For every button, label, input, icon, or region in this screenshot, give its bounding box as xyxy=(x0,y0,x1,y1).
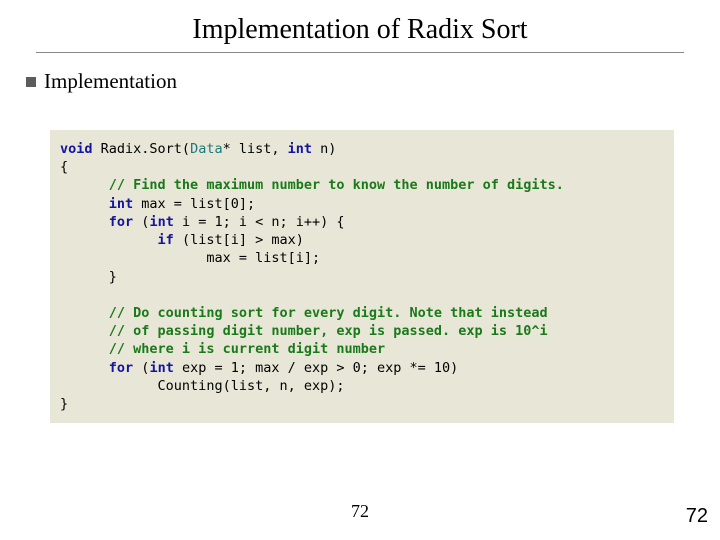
code-kw: for xyxy=(109,360,133,376)
code-text: max = list[0]; xyxy=(133,196,255,212)
code-text: Counting(list, n, exp); xyxy=(158,378,345,394)
page-number-corner: 72 xyxy=(686,505,708,528)
code-text: i = 1; i < n; i++) { xyxy=(174,214,345,230)
code-block: void Radix.Sort(Data* list, int n) { // … xyxy=(50,130,674,423)
code-text: } xyxy=(60,396,68,412)
title-rule xyxy=(36,52,684,53)
code-text: (list[i] > max) xyxy=(174,232,304,248)
code-text: } xyxy=(109,269,117,285)
bullet-item: Implementation xyxy=(26,69,684,94)
code-kw: int xyxy=(149,360,173,376)
code-type: Data xyxy=(190,141,223,157)
code-kw: int xyxy=(149,214,173,230)
code-comment: // of passing digit number, exp is passe… xyxy=(109,323,548,339)
code-comment: // Find the maximum number to know the n… xyxy=(109,177,564,193)
code-text: n) xyxy=(312,141,336,157)
slide-title: Implementation of Radix Sort xyxy=(36,14,684,46)
bullet-text: Implementation xyxy=(44,69,177,94)
code-text: max = list[i]; xyxy=(206,250,320,266)
code-text: * list, xyxy=(223,141,288,157)
code-kw: int xyxy=(109,196,133,212)
code-comment: // where i is current digit number xyxy=(109,341,385,357)
code-text: Radix.Sort( xyxy=(93,141,191,157)
code-text: ( xyxy=(133,214,149,230)
code-kw: if xyxy=(158,232,174,248)
slide: Implementation of Radix Sort Implementat… xyxy=(0,0,720,540)
square-bullet-icon xyxy=(26,77,36,87)
page-number-center: 72 xyxy=(0,501,720,522)
code-text: ( xyxy=(133,360,149,376)
code-text: exp = 1; max / exp > 0; exp *= 10) xyxy=(174,360,458,376)
code-kw: void xyxy=(60,141,93,157)
code-kw: for xyxy=(109,214,133,230)
code-comment: // Do counting sort for every digit. Not… xyxy=(109,305,548,321)
code-kw: int xyxy=(288,141,312,157)
code-text: { xyxy=(60,159,68,175)
